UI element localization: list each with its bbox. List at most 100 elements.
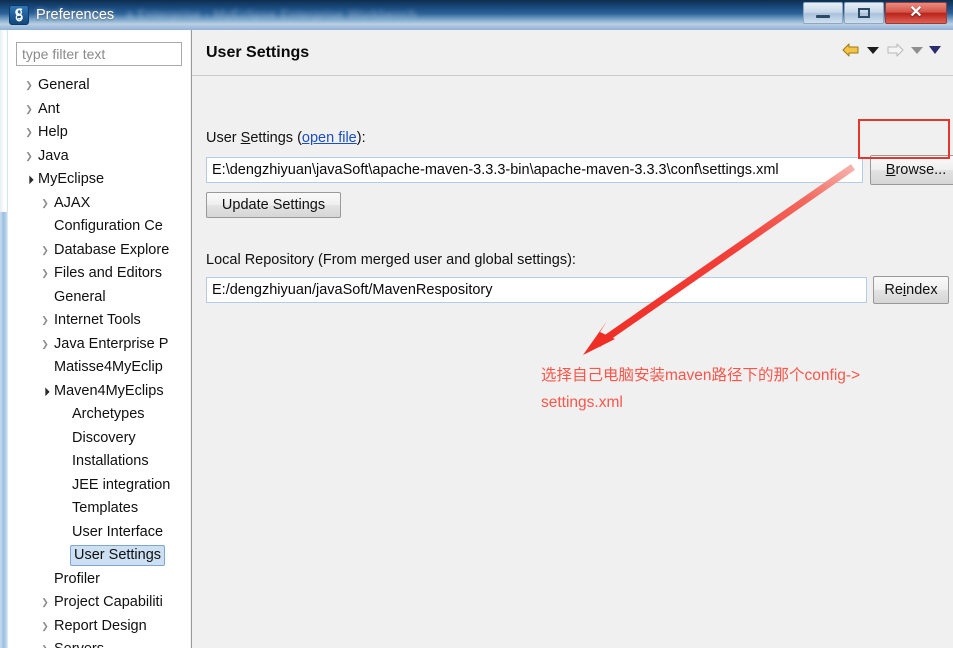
- tree-item-label: JEE integration: [72, 476, 171, 493]
- chevron-down-icon[interactable]: ◢: [21, 172, 37, 188]
- chevron-right-icon[interactable]: ❯: [38, 315, 52, 326]
- preferences-tree[interactable]: ❯ General ❯ Ant ❯ Help ❯ Java ◢ MyEclipse ❯ AJAX Co…: [8, 74, 190, 648]
- tree-item-report-design[interactable]: ❯ Report Design: [8, 615, 190, 639]
- chevron-right-icon[interactable]: ❯: [38, 198, 52, 209]
- tree-item-label: AJAX: [54, 194, 91, 211]
- tree-item-label: Templates: [72, 500, 139, 517]
- tree-item-files-and-editors[interactable]: ❯ Files and Editors: [8, 262, 190, 286]
- tree-item-database-explore[interactable]: ❯ Database Explore: [8, 239, 190, 263]
- tree-item-label: Project Capabiliti: [54, 594, 163, 611]
- tree-item-label: Database Explore: [54, 241, 170, 258]
- tree-item-user-interface[interactable]: User Interface: [8, 521, 190, 545]
- tree-item-profiler[interactable]: Profiler: [8, 568, 190, 592]
- user-settings-label-rest: ettings (: [250, 130, 302, 146]
- tree-item-help[interactable]: ❯ Help: [8, 121, 190, 145]
- reindex-button[interactable]: Reindex: [873, 276, 949, 304]
- view-menu-chevron-down-icon[interactable]: [929, 46, 941, 54]
- tree-item-label: Discovery: [72, 429, 136, 446]
- user-settings-label-prefix: User: [206, 130, 241, 146]
- tree-item-installations[interactable]: Installations: [8, 450, 190, 474]
- update-settings-button[interactable]: Update Settings: [206, 192, 341, 218]
- tree-item-java[interactable]: ❯ Java: [8, 145, 190, 169]
- chevron-right-icon[interactable]: ❯: [38, 597, 52, 608]
- preferences-sidebar: ❯General❯Ant❯Help❯Java◢MyEclipse❯AJAX Co…: [8, 30, 190, 648]
- tree-item-label: Servers: [52, 639, 107, 648]
- window-controls: ✕: [803, 2, 947, 24]
- window-title-bar: a Enterprise - MyEclipse Enterprise Work…: [0, 0, 953, 30]
- chevron-right-icon[interactable]: ❯: [38, 644, 52, 648]
- user-settings-path-input[interactable]: [206, 157, 863, 183]
- tree-item-label: MyEclipse: [38, 171, 105, 188]
- browse-button[interactable]: Browse...: [870, 155, 953, 185]
- annotation-note-line-1: 选择自己电脑安装maven路径下的那个config->: [541, 367, 861, 384]
- tree-item-label: General: [54, 288, 106, 305]
- main-header: User Settings: [192, 30, 953, 76]
- tree-item-jee-integration[interactable]: JEE integration: [8, 474, 190, 498]
- background-window-title: a Enterprise - MyEclipse Enterprise Work…: [126, 7, 417, 22]
- navigation-toolbar: [841, 42, 941, 58]
- page-title: User Settings: [206, 44, 310, 61]
- tree-item-user-settings[interactable]: User Settings: [8, 544, 190, 568]
- tree-item-label: General: [38, 77, 90, 94]
- filter-input[interactable]: [16, 42, 182, 66]
- minimize-button[interactable]: [803, 2, 843, 24]
- tree-item-ant[interactable]: ❯ Ant: [8, 98, 190, 122]
- chevron-right-icon[interactable]: ❯: [22, 151, 36, 162]
- maximize-button[interactable]: [844, 2, 884, 24]
- tree-item-archetypes[interactable]: Archetypes: [8, 403, 190, 427]
- chevron-right-icon[interactable]: ❯: [38, 245, 52, 256]
- local-repository-label: Local Repository (From merged user and g…: [206, 252, 576, 268]
- user-settings-label-mnemonic: S: [240, 130, 251, 146]
- tree-item-templates[interactable]: Templates: [8, 497, 190, 521]
- tree-item-maven4myeclips[interactable]: ◢ Maven4MyEclips: [8, 380, 190, 404]
- forward-history-chevron-down-icon: [911, 46, 923, 54]
- tree-item-label: Maven4MyEclips: [54, 382, 164, 399]
- chevron-right-icon[interactable]: ❯: [38, 268, 52, 279]
- open-file-link[interactable]: open file: [302, 130, 357, 146]
- tree-item-java-enterprise-p[interactable]: ❯ Java Enterprise P: [8, 333, 190, 357]
- local-repository-path-input[interactable]: [206, 277, 867, 303]
- tree-item-myeclipse[interactable]: ◢ MyEclipse: [8, 168, 190, 192]
- chevron-down-icon[interactable]: ◢: [37, 383, 53, 399]
- chevron-right-icon[interactable]: ❯: [38, 339, 52, 350]
- chevron-right-icon[interactable]: ❯: [22, 104, 36, 115]
- tree-item-project-capabiliti[interactable]: ❯ Project Capabiliti: [8, 591, 190, 615]
- browse-button-label: rowse...: [895, 162, 947, 178]
- window-title: Preferences: [36, 7, 115, 23]
- myeclipse-logo-icon: [9, 5, 29, 25]
- chevron-right-icon[interactable]: ❯: [22, 80, 36, 91]
- chevron-right-icon[interactable]: ❯: [22, 127, 36, 138]
- tree-item-label: Java Enterprise P: [54, 335, 169, 352]
- tree-item-label: Matisse4MyEclip: [54, 359, 163, 376]
- back-arrow-icon[interactable]: [841, 42, 861, 58]
- user-settings-label: User Settings (open file):: [206, 130, 366, 146]
- forward-arrow-icon: [885, 42, 905, 58]
- tree-item-matisse4myeclip[interactable]: Matisse4MyEclip: [8, 356, 190, 380]
- annotation-note-line-2: settings.xml: [541, 394, 623, 411]
- back-history-chevron-down-icon[interactable]: [867, 46, 879, 54]
- tree-item-ajax[interactable]: ❯ AJAX: [8, 192, 190, 216]
- close-button[interactable]: ✕: [885, 2, 947, 24]
- tree-item-label: Configuration Ce: [54, 218, 163, 235]
- tree-item-configuration-ce[interactable]: Configuration Ce: [8, 215, 190, 239]
- tree-item-servers[interactable]: ❯Servers: [8, 638, 190, 648]
- chevron-right-icon[interactable]: ❯: [38, 621, 52, 632]
- tree-item-general[interactable]: ❯ General: [8, 74, 190, 98]
- tree-item-general[interactable]: General: [8, 286, 190, 310]
- tree-item-internet-tools[interactable]: ❯ Internet Tools: [8, 309, 190, 333]
- maximize-icon: [858, 8, 870, 18]
- tree-item-label: Files and Editors: [54, 265, 162, 282]
- tree-item-label: Installations: [72, 453, 149, 470]
- close-icon: ✕: [909, 4, 923, 21]
- tree-item-discovery[interactable]: Discovery: [8, 427, 190, 451]
